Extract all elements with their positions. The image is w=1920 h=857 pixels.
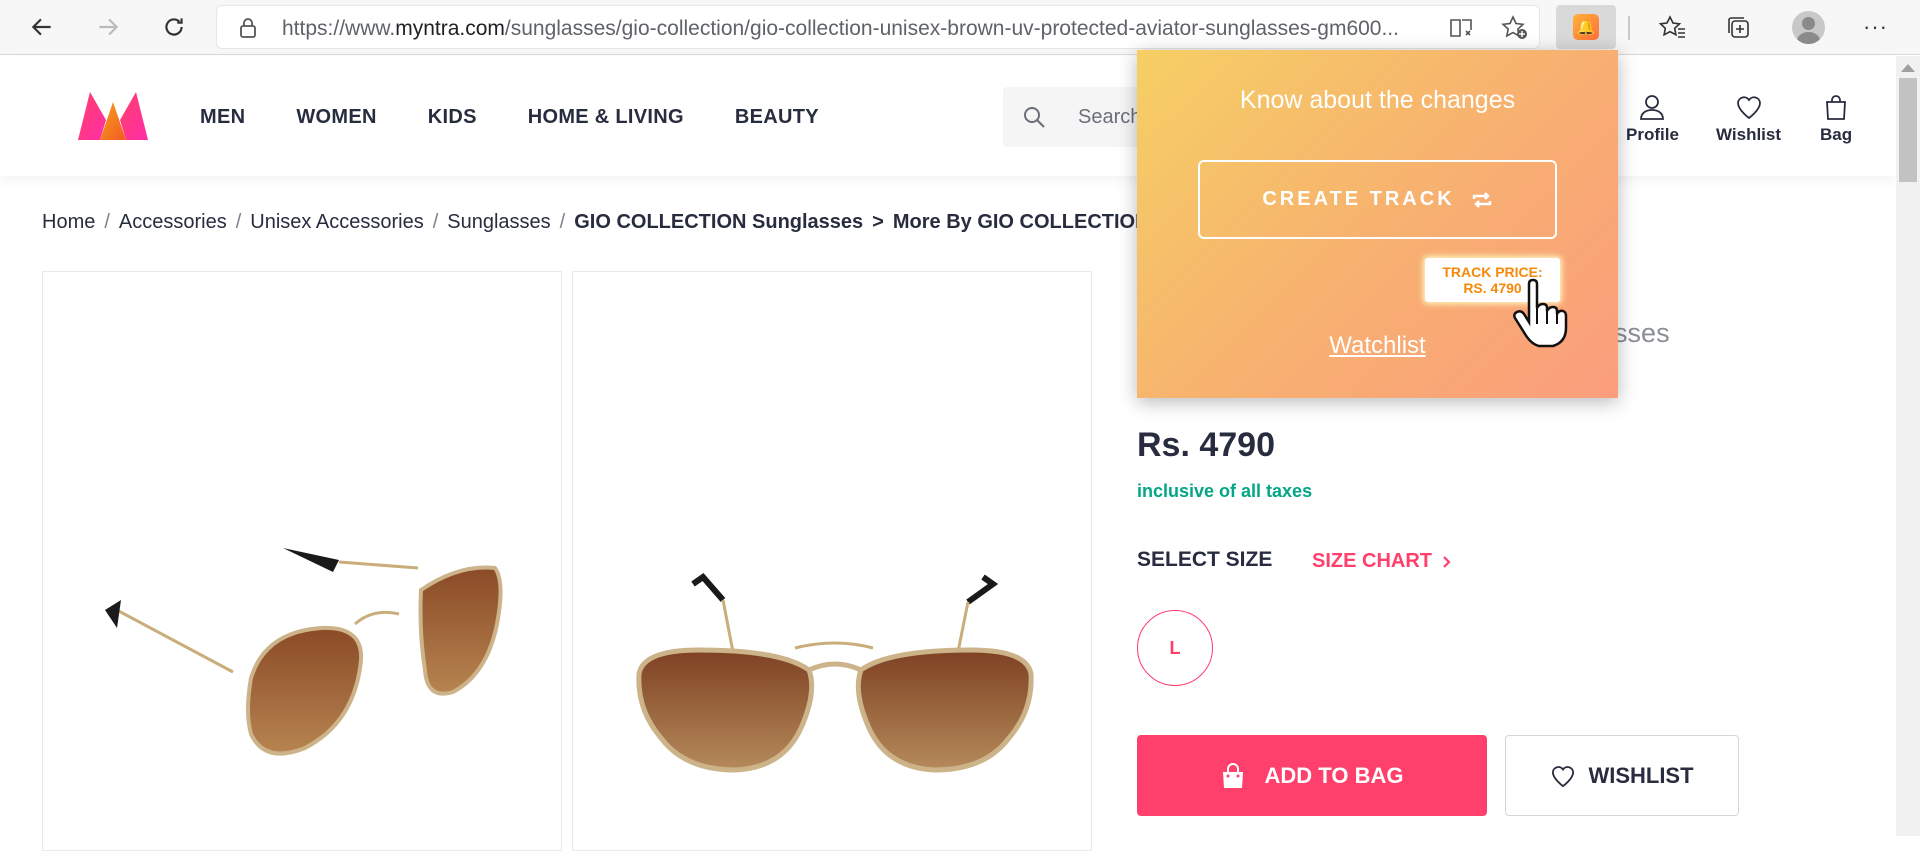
back-button[interactable] [24,9,60,45]
wishlist-button-label: WISHLIST [1588,762,1694,788]
heart-outline-icon [1552,765,1575,787]
scrollbar-thumb[interactable] [1899,78,1917,182]
main-nav: MEN WOMEN KIDS HOME & LIVING BEAUTY [200,106,870,129]
repeat-icon [1472,191,1491,208]
search-placeholder: Search [1078,106,1142,128]
sunglasses-front-image [636,572,1034,773]
bag-button[interactable]: Bag [1820,94,1852,145]
myntra-logo[interactable] [76,90,150,142]
scroll-up-icon[interactable] [1901,64,1915,72]
breadcrumb-separator: / [432,211,439,233]
profile-button[interactable]: Profile [1626,94,1679,145]
breadcrumb: Home / Accessories / Unisex Accessories / Sung… [42,211,1150,234]
lock-icon [240,18,256,38]
nav-home-living[interactable]: HOME & LIVING [528,106,684,129]
url-domain: myntra.com [395,17,505,40]
breadcrumb-separator: / [235,211,242,233]
shopping-bag-icon [1222,762,1243,788]
url-path: /sunglasses/gio-collection/gio-collectio… [504,17,1399,40]
more-menu-icon[interactable]: ··· [1863,14,1888,40]
nav-beauty[interactable]: BEAUTY [735,106,819,129]
nav-kids[interactable]: KIDS [428,106,477,129]
size-chart-label: SIZE CHART [1312,550,1432,572]
back-arrow-icon [31,18,51,36]
select-size-heading: SELECT SIZE [1137,548,1273,571]
add-favorite-icon[interactable] [1501,15,1529,41]
user-avatar[interactable] [1792,11,1825,44]
bag-icon [1826,95,1847,120]
reload-button[interactable] [156,9,192,45]
chevron-right-icon [1442,555,1451,568]
product-price: Rs. 4790 [1137,426,1275,464]
forward-button[interactable] [90,9,126,45]
breadcrumb-separator: / [559,211,566,233]
extension-button[interactable]: 🔔 [1556,5,1616,49]
breadcrumb-unisex-accessories[interactable]: Unisex Accessories [250,211,423,233]
search-icon [1024,107,1045,128]
sunglasses-angled-image [105,548,503,756]
breadcrumb-brand[interactable]: GIO COLLECTION Sunglasses [574,211,863,233]
create-track-label: CREATE TRACK [1262,188,1455,210]
breadcrumb-home[interactable]: Home [42,211,95,233]
favorites-icon[interactable] [1659,15,1687,41]
breadcrumb-separator: / [104,211,110,233]
breadcrumb-chevron: > [872,211,884,233]
toolbar-divider [1628,16,1630,40]
popup-title: Know about the changes [1239,86,1516,114]
wishlist-label: Wishlist [1716,125,1782,144]
url-text[interactable]: https://www.myntra.com/sunglasses/gio-co… [282,17,1442,41]
reload-icon [165,18,183,36]
profile-label: Profile [1626,125,1679,144]
size-option-l[interactable]: L [1137,610,1213,686]
collections-icon[interactable] [1726,15,1752,41]
tax-note: inclusive of all taxes [1137,481,1313,501]
heart-icon [1736,96,1761,120]
browser-toolbar: https://www.myntra.com/sunglasses/gio-co… [0,0,1920,55]
add-to-bag-label: ADD TO BAG [1264,762,1404,788]
wishlist-button[interactable]: WISHLIST [1505,735,1739,816]
hand-pointer-icon [1513,278,1568,348]
breadcrumb-more-by[interactable]: More By GIO COLLECTION [893,211,1150,233]
bag-label: Bag [1820,125,1853,144]
profile-icon [1640,95,1665,120]
address-bar[interactable]: https://www.myntra.com/sunglasses/gio-co… [216,5,1540,49]
bell-icon: 🔔 [1573,14,1599,40]
forward-arrow-icon [99,18,119,36]
create-track-button[interactable]: CREATE TRACK [1198,160,1557,239]
wishlist-header-button[interactable]: Wishlist [1716,94,1781,145]
reader-view-icon[interactable] [1449,17,1475,39]
product-image-2[interactable] [572,271,1092,851]
avatar-body [1797,32,1820,44]
add-to-bag-button[interactable]: ADD TO BAG [1137,735,1487,816]
size-chart-link[interactable]: SIZE CHART [1312,550,1452,573]
url-prefix: https://www. [282,17,396,40]
nav-men[interactable]: MEN [200,106,245,129]
breadcrumb-sunglasses[interactable]: Sunglasses [447,211,550,233]
product-image-1[interactable] [42,271,562,851]
breadcrumb-accessories[interactable]: Accessories [119,211,227,233]
avatar-head [1802,17,1815,30]
nav-women[interactable]: WOMEN [296,106,376,129]
